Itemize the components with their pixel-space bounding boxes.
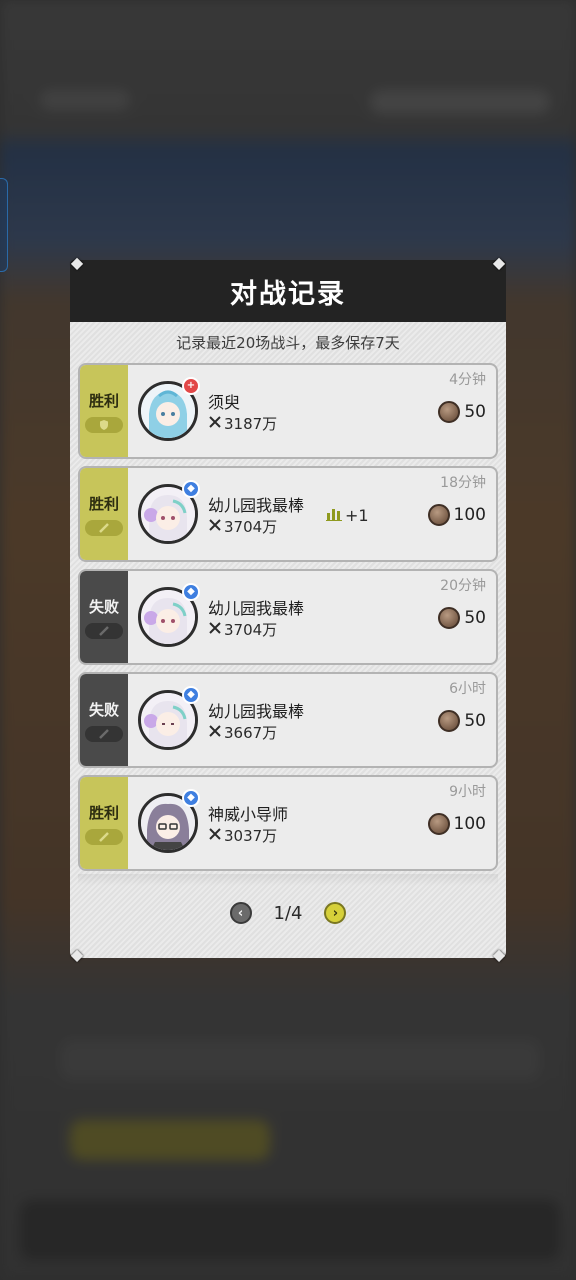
combat-power: 3187万 (208, 413, 277, 434)
record-time: 4分钟 (449, 372, 486, 388)
shield-icon (85, 416, 123, 433)
battle-record-row[interactable]: 失败 ◆ 幼儿园我最棒 3704万 20分钟 50 (78, 569, 498, 665)
battle-record-dialog: 对战记录 ◆ ◆ ◆ ◆ 记录最近20场战斗，最多保存7天 胜利 + 须臾 31… (68, 254, 508, 964)
coin-icon (427, 504, 450, 526)
dialog-header: 对战记录 (70, 260, 506, 322)
reward-amount: 50 (464, 711, 486, 731)
battle-record-row[interactable]: 胜利 ◆ 神威小导师 3037万 9小时 100 (78, 775, 498, 871)
combat-power-value: 3667万 (224, 724, 278, 742)
opponent-name: 须臾 (208, 393, 241, 412)
reward-amount: 50 (464, 402, 486, 422)
result-panel: 胜利 (80, 365, 128, 457)
crossed-swords-icon (208, 724, 222, 742)
pagination: ‹ 1/4 › (68, 902, 508, 924)
reward-amount: 50 (464, 608, 486, 628)
opponent-name: 神威小导师 (208, 805, 289, 824)
result-label: 失败 (88, 700, 119, 719)
crossed-swords-icon (208, 621, 222, 639)
reward: 100 (427, 504, 486, 526)
crossed-swords-icon (208, 827, 222, 845)
coin-icon (438, 607, 461, 629)
corner-ornament-icon: ◆ (492, 945, 506, 964)
reward-amount: 100 (453, 505, 486, 525)
corner-ornament-icon: ◆ (492, 253, 506, 272)
sword-icon (85, 828, 123, 845)
coin-icon (427, 813, 450, 835)
class-badge-icon: ◆ (182, 686, 200, 704)
coin-icon (438, 710, 461, 732)
reward: 100 (427, 813, 486, 835)
opponent-name: 幼儿园我最棒 (208, 496, 305, 515)
class-badge-icon: ◆ (182, 480, 200, 498)
sword-icon (85, 519, 123, 536)
crossed-swords-icon (208, 415, 222, 433)
side-tab[interactable] (0, 178, 8, 272)
combat-power-value: 3704万 (224, 621, 278, 639)
record-time: 9小时 (449, 784, 486, 800)
combat-power: 3704万 (208, 619, 277, 640)
chevron-right-icon[interactable]: › (324, 902, 347, 924)
combat-power: 3667万 (208, 722, 277, 743)
coin-icon (438, 401, 461, 423)
reward-amount: 100 (453, 814, 486, 834)
class-badge-icon: ◆ (182, 583, 200, 601)
result-label: 失败 (88, 597, 119, 616)
bar-chart-icon (326, 506, 342, 525)
result-label: 胜利 (88, 494, 119, 513)
opponent-name: 幼儿园我最棒 (208, 702, 305, 721)
result-panel: 失败 (80, 571, 128, 663)
record-time: 18分钟 (440, 475, 486, 491)
record-time: 20分钟 (440, 578, 486, 594)
combat-power: 3704万 (208, 516, 277, 537)
reward: 50 (438, 607, 486, 629)
corner-ornament-icon: ◆ (70, 253, 84, 272)
reward: 50 (438, 401, 486, 423)
combat-power-value: 3704万 (224, 518, 278, 536)
battle-record-row[interactable]: 胜利 + 须臾 3187万 4分钟 50 (78, 363, 498, 459)
rank-change-value: +1 (345, 506, 369, 525)
list-divider (78, 874, 498, 886)
dialog-subtitle: 记录最近20场战斗，最多保存7天 (176, 334, 400, 352)
result-label: 胜利 (88, 391, 119, 410)
result-panel: 胜利 (80, 777, 128, 869)
battle-record-row[interactable]: 胜利 ◆ 幼儿园我最棒 3704万 +1 18分钟 100 (78, 466, 498, 562)
rank-change: +1 (326, 506, 369, 525)
combat-power-value: 3037万 (224, 827, 278, 845)
result-panel: 失败 (80, 674, 128, 766)
crossed-swords-icon (208, 518, 222, 536)
chevron-left-icon[interactable]: ‹ (229, 902, 252, 924)
result-panel: 胜利 (80, 468, 128, 560)
record-time: 6小时 (449, 681, 486, 697)
class-badge-icon: ◆ (182, 789, 200, 807)
battle-record-row[interactable]: 失败 ◆ 幼儿园我最棒 3667万 6小时 50 (78, 672, 498, 768)
combat-power: 3037万 (208, 825, 277, 846)
opponent-name: 幼儿园我最棒 (208, 599, 305, 618)
corner-ornament-icon: ◆ (70, 945, 84, 964)
sword-icon (85, 725, 123, 742)
reward: 50 (438, 710, 486, 732)
combat-power-value: 3187万 (224, 415, 278, 433)
result-label: 胜利 (88, 803, 119, 822)
page-indicator: 1/4 (273, 902, 303, 924)
dialog-title: 对战记录 (230, 278, 346, 310)
class-badge-icon: + (182, 377, 200, 395)
sword-icon (85, 622, 123, 639)
